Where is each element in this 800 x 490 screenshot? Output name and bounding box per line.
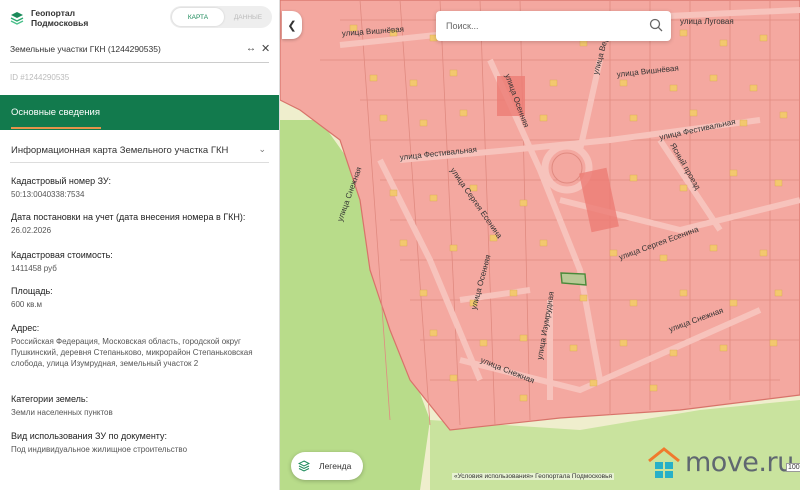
- search-icon[interactable]: [649, 18, 663, 32]
- expand-arrows-icon[interactable]: ↔: [246, 43, 256, 54]
- field-value: 1411458 руб: [11, 264, 57, 273]
- field-label: Кадастровый номер ЗУ:: [11, 176, 111, 186]
- close-icon[interactable]: ✕: [261, 42, 270, 55]
- layers-icon: [298, 460, 310, 472]
- field-label: Адрес:: [11, 323, 40, 333]
- search-box[interactable]: [436, 11, 671, 41]
- zoom-indicator: 100: [786, 463, 800, 472]
- field-value: Под индивидуальное жилищное строительств…: [11, 445, 188, 454]
- toggle-data-button[interactable]: ДАННЫЕ: [226, 8, 270, 26]
- field-value: 26.02.2026: [11, 226, 52, 235]
- field-label: Категории земель:: [11, 394, 89, 404]
- layer-header: Земельные участки ГКН (1244290535) ↔ ✕: [0, 36, 279, 64]
- field-label: Кадастровая стоимость:: [11, 250, 113, 260]
- map-svg[interactable]: улица Вишнёвая улица Луговая улица Вишнё…: [280, 0, 800, 490]
- section-header-tab[interactable]: Основные сведения: [0, 95, 279, 130]
- search-input[interactable]: [446, 17, 646, 35]
- selected-parcel: [560, 272, 587, 286]
- watermark: move.ru: [645, 443, 795, 483]
- field-value: Российская Федерация, Московская область…: [11, 337, 253, 368]
- field-cadastral-cost: Кадастровая стоимость: 1411458 руб: [11, 250, 273, 274]
- terms-of-use-link[interactable]: «Условия использования» Геопортала Подмо…: [452, 473, 614, 480]
- field-value: 600 кв.м: [11, 300, 43, 309]
- section-title: Основные сведения: [11, 107, 101, 118]
- field-label: Дата постановки на учет (дата внесения н…: [11, 212, 246, 222]
- active-tab-indicator: [11, 127, 101, 129]
- legend-label: Легенда: [319, 461, 352, 471]
- layer-divider: [10, 62, 269, 63]
- field-value: Земли населенных пунктов: [11, 408, 113, 417]
- card-type-select[interactable]: Информационная карта Земельного участка …: [10, 141, 269, 163]
- street-label: улица Луговая: [680, 17, 734, 26]
- card-type-value: Информационная карта Земельного участка …: [11, 145, 229, 156]
- field-label: Вид использования ЗУ по документу:: [11, 431, 168, 441]
- side-panel: Геопортал Подмосковья КАРТА ДАННЫЕ Земел…: [0, 0, 280, 490]
- object-id: ID #1244290535: [10, 73, 70, 82]
- field-registration-date: Дата постановки на учет (дата внесения н…: [11, 212, 273, 236]
- view-toggle[interactable]: КАРТА ДАННЫЕ: [170, 6, 272, 28]
- chevron-down-icon[interactable]: ⌄: [258, 144, 266, 155]
- layer-title: Земельные участки ГКН (1244290535): [10, 44, 161, 54]
- field-land-category: Категории земель: Земли населенных пункт…: [11, 394, 273, 418]
- chevron-left-icon: ❮: [287, 19, 297, 32]
- legend-button[interactable]: Легенда: [291, 452, 363, 480]
- house-logo-icon: [648, 447, 680, 478]
- field-label: Площадь:: [11, 286, 53, 296]
- watermark-text: move.ru: [685, 447, 794, 478]
- toggle-map-button[interactable]: КАРТА: [172, 8, 224, 26]
- collapse-panel-button[interactable]: ❮: [282, 11, 302, 39]
- field-value: 50:13:0040338:7534: [11, 190, 85, 199]
- field-area: Площадь: 600 кв.м: [11, 286, 273, 310]
- map-canvas[interactable]: улица Вишнёвая улица Луговая улица Вишнё…: [280, 0, 800, 490]
- roundabout-center: [551, 152, 583, 184]
- field-address: Адрес: Российская Федерация, Московская …: [11, 323, 273, 369]
- layers-logo-icon: [10, 12, 24, 25]
- field-cadastral-number: Кадастровый номер ЗУ: 50:13:0040338:7534: [11, 176, 273, 200]
- app-logo-text: Геопортал Подмосковья: [31, 8, 89, 28]
- field-land-use: Вид использования ЗУ по документу: Под и…: [11, 431, 273, 455]
